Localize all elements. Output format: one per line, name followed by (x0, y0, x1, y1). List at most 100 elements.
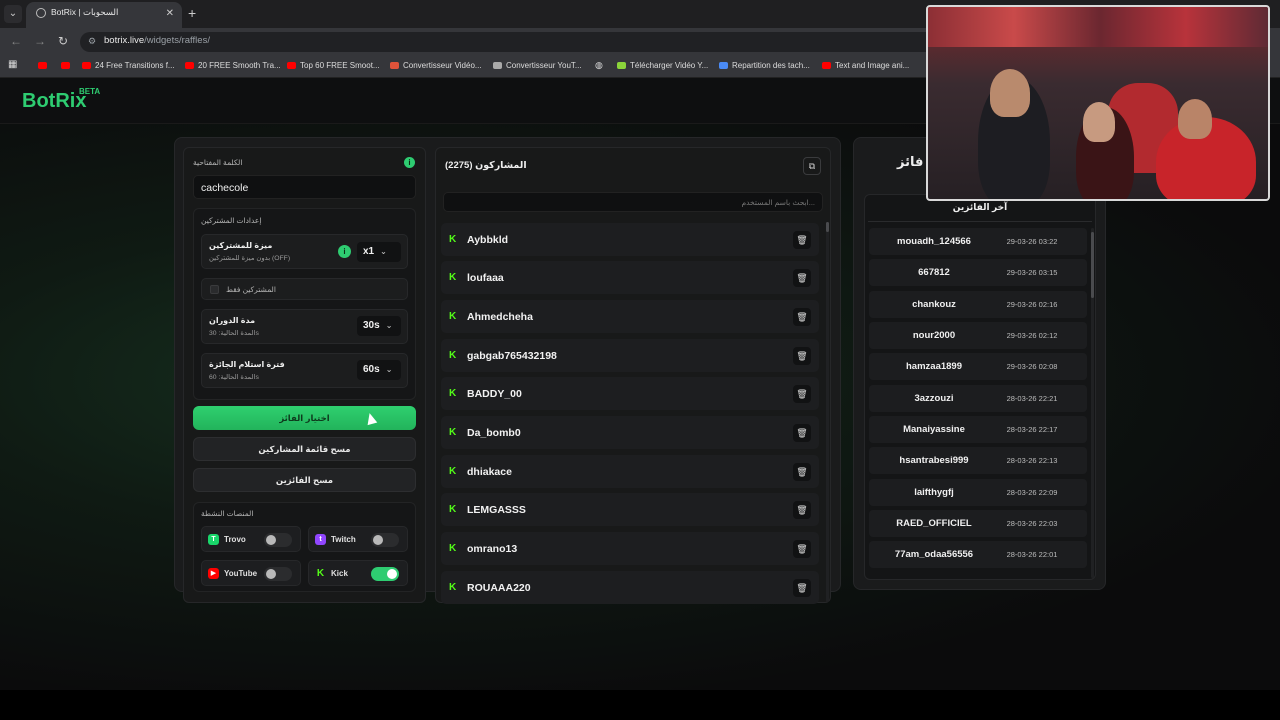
participant-name: Ahmedcheha (467, 311, 533, 323)
kick-toggle[interactable] (371, 567, 399, 581)
winner-time: 28-03-26 22:09 (1006, 488, 1058, 497)
bottom-strip (0, 690, 1280, 720)
winner-time: 29-03-26 03:22 (1006, 237, 1058, 246)
participant-row: Kloufaaa 🗑 (441, 261, 819, 294)
spin-duration-title: مدة الدوران (209, 316, 256, 325)
clear-participants-button[interactable]: مسح قائمة المشاركين (193, 437, 416, 461)
webcam-overlay (926, 5, 1270, 201)
trash-icon[interactable]: 🗑 (793, 231, 811, 249)
participant-row: K Da_bomb0 🗑 (441, 416, 819, 449)
trash-icon[interactable]: 🗑 (793, 269, 811, 287)
tab-search-icon[interactable]: ⌄ (4, 5, 22, 23)
winner-row: RAED_OFFICIEL 28-03-26 22:03 (869, 510, 1087, 537)
tab-close-icon[interactable]: ✕ (166, 8, 174, 19)
trovo-toggle[interactable] (264, 533, 292, 547)
bookmark-youtube-1[interactable] (38, 61, 51, 70)
platform-kick: K Kick (308, 560, 408, 586)
platform-name: Kick (331, 569, 348, 578)
trash-icon[interactable]: 🗑 (793, 540, 811, 558)
botrix-logo[interactable]: BotRix BETA (22, 87, 100, 113)
forward-icon[interactable]: → (34, 34, 46, 48)
bookmark-5[interactable]: Convertisseur YouT... (493, 61, 582, 70)
clear-winners-button[interactable]: مسح الفائزين (193, 468, 416, 492)
trash-icon[interactable]: 🗑 (793, 579, 811, 597)
pick-winner-button[interactable]: اختيار الفائز (193, 406, 416, 430)
back-icon[interactable]: ← (10, 34, 22, 48)
person-3-face (1178, 99, 1212, 139)
kick-icon: K (449, 427, 457, 438)
participants-scrollbar-thumb[interactable] (826, 222, 829, 232)
copy-icon[interactable]: ⧉ (803, 157, 821, 175)
winner-time: 29-03-26 02:12 (1006, 331, 1058, 340)
bookmark-3[interactable]: Top 60 FREE Smoot... (287, 61, 380, 70)
participant-row: K BADDY_00 🗑 (441, 377, 819, 410)
toggle-knob (373, 535, 383, 545)
recent-winners-title: آخر الفائزين (952, 202, 1008, 212)
bookmark-8[interactable]: Text and Image ani... (822, 61, 909, 70)
participant-name: LEMGASSS (467, 504, 526, 516)
site-info-icon[interactable]: ⚙ (88, 36, 96, 47)
active-platforms-label: المنصات النشطة (201, 509, 254, 518)
platform-name: Twitch (331, 535, 356, 544)
kick-icon: K (316, 568, 325, 579)
bookmark-7[interactable]: Repartition des tach... (719, 61, 810, 70)
toggle-knob (387, 569, 397, 579)
kick-icon: K (449, 582, 457, 593)
bookmark-2[interactable]: 20 FREE Smooth Tra... (185, 61, 281, 70)
twitch-toggle[interactable] (371, 533, 399, 547)
subscriber-bonus-info-icon[interactable]: i (338, 245, 351, 258)
new-tab-icon[interactable]: + (188, 5, 196, 21)
platform-name: Trovo (224, 535, 246, 544)
chevron-down-icon: ⌄ (385, 365, 393, 374)
keyword-info-icon[interactable]: i (404, 157, 415, 168)
bookmark-1[interactable]: 24 Free Transitions f... (82, 61, 175, 70)
bookmark-youtube-2[interactable] (61, 61, 74, 70)
youtube-toggle[interactable] (264, 567, 292, 581)
participant-name: Da_bomb0 (467, 427, 521, 439)
trash-icon[interactable]: 🗑 (793, 385, 811, 403)
address-bar[interactable]: ⚙ botrix.live/widgets/raffles/ (80, 32, 940, 52)
trash-icon[interactable]: 🗑 (793, 463, 811, 481)
trash-icon[interactable]: 🗑 (793, 501, 811, 519)
kick-icon: K (449, 504, 457, 515)
participant-row: Kgabgab765432198 🗑 (441, 339, 819, 372)
participant-search-input[interactable]: ابحث باسم المستخدم... (443, 192, 823, 212)
platform-name: YouTube (224, 569, 258, 578)
reload-icon[interactable]: ↻ (58, 34, 68, 48)
apps-grid-icon[interactable]: ▦ (8, 59, 17, 70)
convertisseur-icon (493, 62, 502, 70)
bookmark-6[interactable]: Télécharger Vidéo Y... (617, 61, 708, 70)
trash-icon[interactable]: 🗑 (793, 308, 811, 326)
youtube-icon (61, 62, 70, 70)
winner-time: 28-03-26 22:21 (1006, 394, 1058, 403)
winner-row: mouadh_124566 29-03-26 03:22 (869, 228, 1087, 255)
trash-icon[interactable]: 🗑 (793, 347, 811, 365)
browser-tab[interactable]: BotRix | السحوبات ✕ (26, 2, 182, 28)
tab-favicon-icon (36, 7, 46, 18)
bookmark-4[interactable]: Convertisseur Vidéo... (390, 61, 482, 70)
bookmark-globe-icon[interactable]: ◍ (595, 60, 603, 71)
claim-period-select[interactable]: 60s ⌄ (357, 360, 401, 380)
winner-time: 28-03-26 22:17 (1006, 425, 1058, 434)
winner-time: 28-03-26 22:03 (1006, 519, 1058, 528)
kick-icon: K (449, 350, 457, 361)
winner-title: فائز (897, 154, 924, 169)
participant-name: Aybbkld (467, 234, 509, 246)
winner-row: 3azzouzi 28-03-26 22:21 (869, 385, 1087, 412)
kick-icon: K (449, 272, 457, 283)
beta-badge: BETA (79, 87, 101, 96)
winner-row: hsantrabesi999 28-03-26 22:13 (869, 447, 1087, 474)
subscribers-only-checkbox[interactable] (210, 285, 219, 294)
chevron-down-icon: ⌄ (385, 321, 393, 330)
youtube-icon (38, 62, 47, 70)
trovo-icon: T (208, 534, 219, 545)
trash-icon[interactable]: 🗑 (793, 424, 811, 442)
url-path: /widgets/raffles/ (144, 35, 210, 46)
participants-scrollbar[interactable] (826, 222, 829, 602)
subscriber-bonus-select[interactable]: x1 ⌄ (357, 242, 401, 262)
download-icon (617, 62, 626, 70)
platform-twitch: t Twitch (308, 526, 408, 552)
winners-scrollbar-thumb[interactable] (1091, 232, 1094, 298)
keyword-input[interactable]: cachecole (193, 175, 416, 199)
spin-duration-select[interactable]: 30s ⌄ (357, 316, 401, 336)
